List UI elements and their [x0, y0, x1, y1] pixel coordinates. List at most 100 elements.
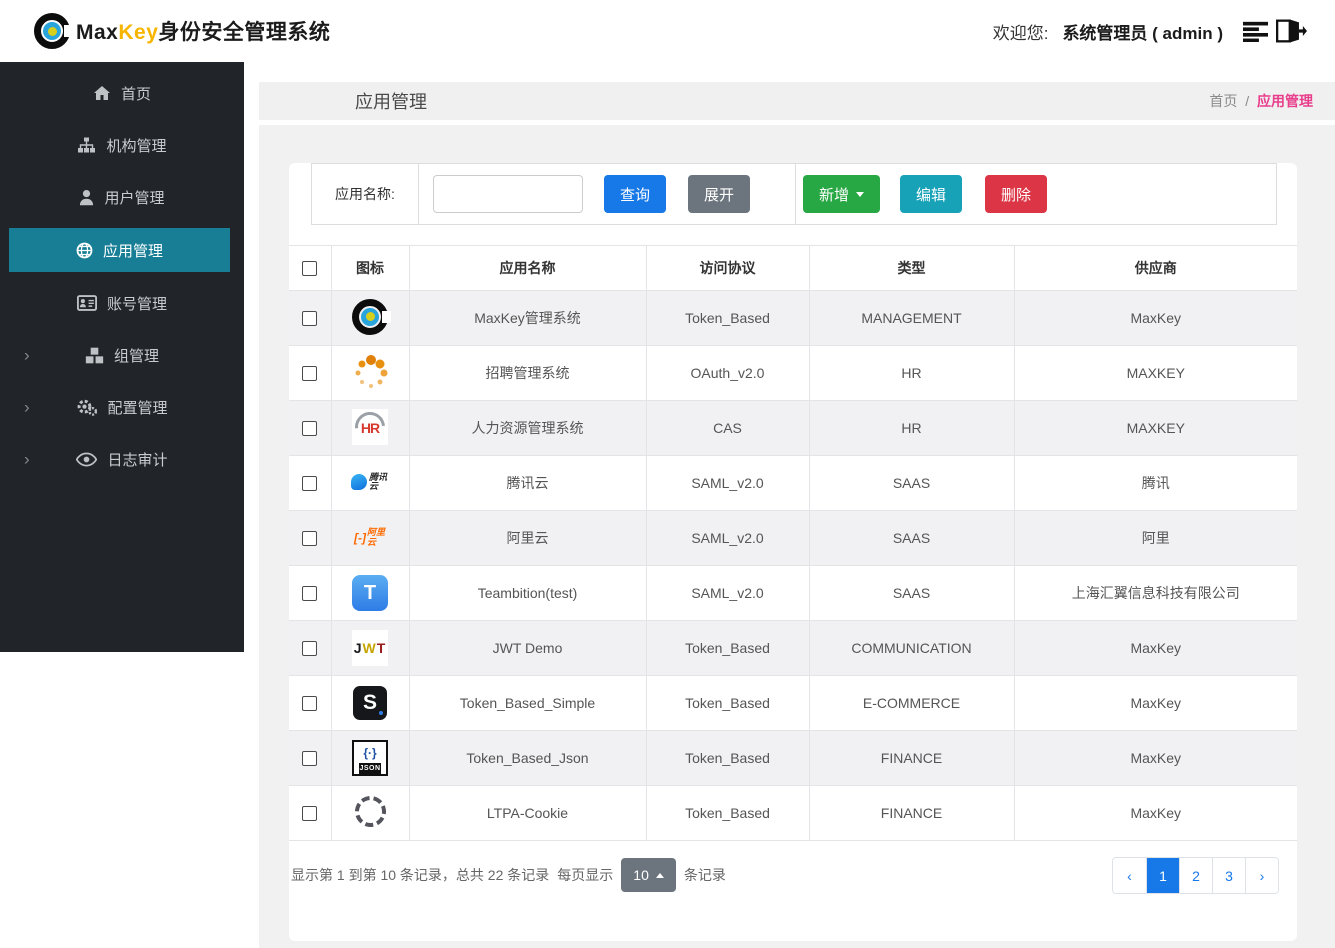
app-icon-cell: {·} JSON: [330, 730, 410, 786]
records-summary: 显示第 1 到第 10 条记录，总共 22 条记录 每页显示 10 条记录: [291, 858, 726, 892]
user-icon: [79, 189, 94, 206]
row-checkbox[interactable]: [302, 751, 318, 767]
sidebar-item-2[interactable]: 用户管理: [0, 176, 244, 218]
add-button[interactable]: 新增: [803, 175, 881, 213]
app-protocol-cell: SAML_v2.0: [645, 510, 810, 566]
pagination-prev[interactable]: ‹: [1113, 858, 1146, 893]
app-protocol-cell: SAML_v2.0: [645, 455, 810, 511]
row-checkbox[interactable]: [302, 586, 318, 602]
table-row: MaxKey管理系统 Token_Based MANAGEMENT MaxKey: [289, 290, 1297, 346]
pagination-page-2[interactable]: 2: [1179, 858, 1212, 893]
list-icon[interactable]: [1243, 21, 1268, 42]
top-header: MaxKey身份安全管理系统 欢迎您: 系统管理员 ( admin ): [0, 0, 1335, 62]
row-checkbox[interactable]: [302, 476, 318, 492]
table-row: LTPA-Cookie Token_Based FINANCE MaxKey: [289, 785, 1297, 841]
table-row: T Teambition(test) SAML_v2.0 SAAS 上海汇翼信息科技有限…: [289, 565, 1297, 621]
query-button[interactable]: 查询: [604, 175, 667, 213]
expand-button[interactable]: 展开: [688, 175, 751, 213]
breadcrumb-separator: /: [1245, 93, 1250, 109]
app-type-cell: HR: [808, 345, 1015, 401]
globe-icon: [76, 242, 93, 259]
per-page-label: 每页显示: [557, 867, 614, 883]
app-name-cell: MaxKey管理系统: [408, 290, 647, 346]
pagination-page-3[interactable]: 3: [1212, 858, 1245, 893]
current-user: 系统管理员 ( admin ): [1062, 23, 1223, 43]
row-checkbox[interactable]: [302, 421, 318, 437]
search-field-label: 应用名称:: [312, 164, 419, 224]
row-checkbox[interactable]: [302, 366, 318, 382]
pagination-next[interactable]: ›: [1245, 858, 1278, 893]
app-type-cell: FINANCE: [808, 730, 1015, 786]
app-vendor-cell: MaxKey: [1013, 290, 1297, 346]
table-row: 招聘管理系统 OAuth_v2.0 HR MAXKEY: [289, 345, 1297, 401]
app-name-input[interactable]: [433, 175, 583, 213]
page-size-dropdown[interactable]: 10: [621, 858, 676, 892]
s-letter-app-icon: S: [353, 686, 387, 720]
pagination: ‹ 1 2 3 ›: [1112, 857, 1279, 894]
logout-icon[interactable]: [1276, 19, 1307, 43]
sidebar-item-5[interactable]: › 组管理: [0, 334, 244, 376]
welcome-area: 欢迎您: 系统管理员 ( admin ): [993, 19, 1307, 44]
sitemap-icon: [77, 137, 96, 153]
column-header-protocol: 访问协议: [645, 245, 810, 291]
tencent-cloud-app-icon: 腾讯云: [351, 472, 389, 493]
delete-button[interactable]: 删除: [985, 175, 1048, 213]
ltpa-ring-app-icon: [351, 792, 389, 831]
breadcrumb-home-link[interactable]: 首页: [1209, 93, 1237, 109]
gears-icon: [76, 398, 98, 416]
sidebar-item-label: 账号管理: [106, 295, 167, 313]
chevron-right-icon: ›: [24, 345, 30, 365]
row-checkbox-cell: [289, 290, 332, 346]
app-name-cell: LTPA-Cookie: [408, 785, 647, 841]
cubes-icon: [85, 347, 104, 364]
maxkey-logo-icon: [34, 13, 73, 49]
row-checkbox[interactable]: [302, 806, 318, 822]
pagination-page-1[interactable]: 1: [1146, 858, 1179, 893]
caret-up-icon: [655, 872, 664, 878]
app-protocol-cell: OAuth_v2.0: [645, 345, 810, 401]
app-name-cell: 人力资源管理系统: [408, 400, 647, 456]
brand-title: MaxKey身份安全管理系统: [76, 21, 331, 44]
row-checkbox[interactable]: [302, 531, 318, 547]
row-checkbox-cell: [289, 675, 332, 731]
chevron-right-icon: ›: [24, 397, 30, 417]
app-icon-cell: [-] 阿里云: [330, 510, 410, 566]
eye-icon: [76, 452, 98, 467]
app-type-cell: COMMUNICATION: [808, 620, 1015, 676]
sidebar-item-0[interactable]: 首页: [0, 72, 244, 114]
sidebar-item-6[interactable]: › 配置管理: [0, 386, 244, 428]
sidebar-item-3[interactable]: 应用管理: [9, 228, 230, 272]
app-type-cell: E-COMMERCE: [808, 675, 1015, 731]
app-protocol-cell: Token_Based: [645, 675, 810, 731]
row-checkbox[interactable]: [302, 311, 318, 327]
sidebar-item-1[interactable]: 机构管理: [0, 124, 244, 166]
app-vendor-cell: MaxKey: [1013, 730, 1297, 786]
home-icon: [93, 85, 111, 101]
app-protocol-cell: Token_Based: [645, 290, 810, 346]
table-row: HR 人力资源管理系统 CAS HR MAXKEY: [289, 400, 1297, 456]
row-checkbox-cell: [289, 620, 332, 676]
column-header-type: 类型: [808, 245, 1015, 291]
row-checkbox[interactable]: [302, 641, 318, 657]
table-footer: 显示第 1 到第 10 条记录，总共 22 条记录 每页显示 10 条记录 ‹ 1…: [291, 855, 1297, 895]
content-background: 应用名称: 查询 展开 新增 编辑 删除 图标 应用名称 访问协议 类型 供应商…: [259, 125, 1335, 948]
breadcrumb: 首页 / 应用管理: [1209, 91, 1313, 111]
app-icon-cell: [330, 290, 410, 346]
row-checkbox[interactable]: [302, 696, 318, 712]
spinner-dots-app-icon: [353, 355, 387, 389]
edit-button[interactable]: 编辑: [900, 175, 963, 213]
sidebar-item-4[interactable]: 账号管理: [0, 282, 244, 324]
sidebar-item-label: 应用管理: [102, 242, 163, 260]
app-type-cell: MANAGEMENT: [808, 290, 1015, 346]
app-name-cell: Teambition(test): [408, 565, 647, 621]
table-row: J W T JWT Demo Token_Based COMMUNICATION MaxKe…: [289, 620, 1297, 676]
select-all-checkbox[interactable]: [302, 261, 318, 277]
chevron-right-icon: ›: [24, 449, 30, 469]
app-vendor-cell: MAXKEY: [1013, 400, 1297, 456]
app-protocol-cell: Token_Based: [645, 620, 810, 676]
column-header-vendor: 供应商: [1013, 245, 1297, 291]
sidebar-item-7[interactable]: › 日志审计: [0, 438, 244, 480]
app-name-cell: 阿里云: [408, 510, 647, 566]
json-app-icon: {·} JSON: [352, 740, 388, 776]
select-all-cell: [289, 245, 332, 291]
